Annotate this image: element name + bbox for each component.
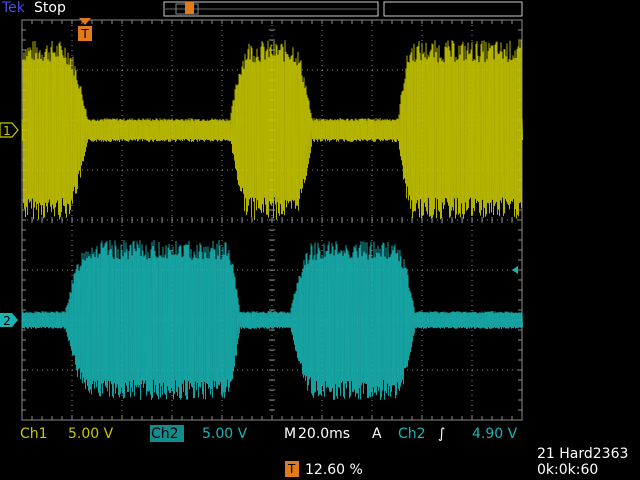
ch2-waveform — [21, 240, 523, 401]
ch1-label[interactable]: Ch1 — [20, 426, 48, 442]
brand-logo: Tek — [2, 0, 25, 16]
record-right-segment — [383, 1, 523, 17]
timebase-prefix: M — [284, 426, 297, 442]
ch1-scale: 5.00 V — [68, 426, 114, 442]
trigger-level-marker[interactable] — [512, 266, 518, 274]
ch2-ground-marker[interactable]: 2 — [0, 313, 18, 328]
trigger-position-icon-label: T — [288, 462, 296, 476]
ch2-label[interactable]: Ch2 — [151, 426, 179, 442]
ch1-waveform — [21, 40, 523, 221]
svg-text:2: 2 — [3, 314, 11, 328]
trigger-slope-icon: ∫ — [438, 426, 446, 442]
svg-text:1: 1 — [3, 124, 11, 138]
trigger-level[interactable]: 4.90 V — [472, 426, 517, 442]
timebase-value[interactable]: 20.0ms — [298, 426, 350, 442]
ch1-ground-marker[interactable]: 1 — [0, 122, 19, 138]
trigger-position-value[interactable]: 12.60 % — [305, 462, 363, 478]
ch2-scale: 5.00 V — [202, 426, 248, 442]
svg-text:T: T — [80, 27, 89, 41]
record-trigger-icon — [185, 2, 194, 14]
trigger-mode: A — [372, 426, 382, 442]
info-line-2: 0k:0k:60 — [537, 462, 599, 478]
trigger-source[interactable]: Ch2 — [398, 426, 426, 442]
trigger-position-marker[interactable]: T — [78, 18, 92, 41]
oscilloscope-display: T 1 2 — [0, 1, 523, 421]
info-line-1: 21 Hard2363 — [537, 446, 629, 462]
acquisition-state: Stop — [34, 0, 66, 16]
